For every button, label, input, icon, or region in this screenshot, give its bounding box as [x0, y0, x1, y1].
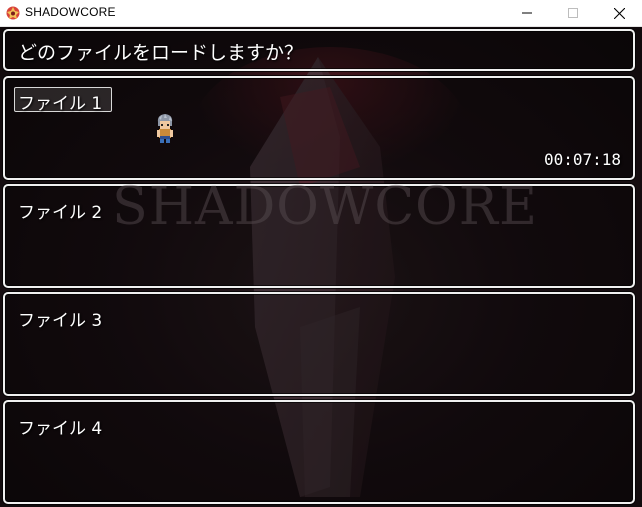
background-logo: SHADOWCORE — [112, 177, 538, 237]
save-slot-3[interactable]: ファイル 3 — [3, 292, 635, 396]
load-screen: どのファイルをロードしますか？ ファイル 1 00:07:18 ファイル 2 S… — [0, 27, 642, 507]
playtime: 00:07:18 — [543, 150, 621, 169]
app-emblem-icon — [6, 6, 20, 20]
save-slot-1[interactable]: ファイル 1 00:07:18 — [3, 76, 635, 180]
minimize-icon — [522, 12, 532, 14]
slot-label: ファイル 1 — [18, 94, 103, 114]
maximize-icon — [568, 8, 578, 18]
slot-label: ファイル 4 — [18, 419, 103, 439]
save-slot-4[interactable]: ファイル 4 — [3, 400, 635, 504]
window-title: SHADOWCORE — [25, 5, 116, 19]
help-window: どのファイルをロードしますか？ — [3, 29, 635, 71]
help-text: どのファイルをロードしますか？ — [18, 42, 304, 64]
maximize-button[interactable] — [550, 0, 596, 26]
close-button[interactable] — [596, 0, 642, 26]
minimize-button[interactable] — [504, 0, 550, 26]
window-titlebar: SHADOWCORE — [0, 0, 642, 27]
slot-label: ファイル 3 — [18, 311, 103, 331]
character-sprite — [157, 114, 173, 143]
close-icon — [613, 7, 625, 19]
